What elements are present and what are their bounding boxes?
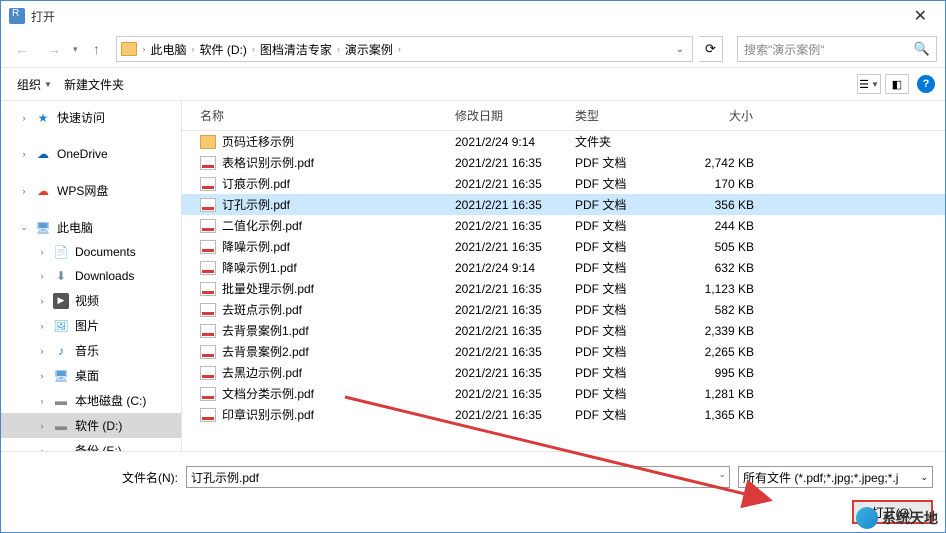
- crumb-2[interactable]: 图档清洁专家: [257, 41, 335, 58]
- nav-back[interactable]: ←: [9, 36, 35, 62]
- nav-up[interactable]: ↑: [84, 36, 110, 62]
- view-details-icon[interactable]: ☰▼: [857, 74, 881, 94]
- file-row[interactable]: 去黑边示例.pdf2021/2/21 16:35PDF 文档995 KB: [182, 362, 945, 383]
- file-row[interactable]: 降噪示例.pdf2021/2/21 16:35PDF 文档505 KB: [182, 236, 945, 257]
- address-bar[interactable]: › 此电脑› 软件 (D:)› 图档清洁专家› 演示案例› ⌄: [116, 36, 693, 62]
- file-row[interactable]: 印章识别示例.pdf2021/2/21 16:35PDF 文档1,365 KB: [182, 404, 945, 425]
- filename-input[interactable]: [186, 466, 730, 488]
- titlebar: 打开 ✕: [1, 1, 945, 31]
- sidebar-documents[interactable]: ›📄Documents: [1, 240, 181, 264]
- pdf-icon: [200, 408, 216, 422]
- file-row[interactable]: 订孔示例.pdf2021/2/21 16:35PDF 文档356 KB: [182, 194, 945, 215]
- nav-history-dropdown[interactable]: ▾: [73, 44, 78, 55]
- file-row[interactable]: 批量处理示例.pdf2021/2/21 16:35PDF 文档1,123 KB: [182, 278, 945, 299]
- sidebar-thispc[interactable]: ⌄🖥此电脑: [1, 215, 181, 240]
- file-row[interactable]: 二值化示例.pdf2021/2/21 16:35PDF 文档244 KB: [182, 215, 945, 236]
- sidebar-disk-d[interactable]: ›▬软件 (D:): [1, 413, 181, 438]
- pdf-icon: [200, 387, 216, 401]
- nav-forward[interactable]: →: [41, 36, 67, 62]
- file-row[interactable]: 订痕示例.pdf2021/2/21 16:35PDF 文档170 KB: [182, 173, 945, 194]
- sidebar-desktop[interactable]: ›🖥桌面: [1, 363, 181, 388]
- pdf-icon: [200, 240, 216, 254]
- crumb-0[interactable]: 此电脑: [148, 41, 190, 58]
- col-name[interactable]: 名称: [182, 101, 447, 130]
- close-button[interactable]: ✕: [904, 2, 937, 30]
- address-dropdown[interactable]: ⌄: [672, 44, 688, 55]
- col-date[interactable]: 修改日期: [447, 101, 567, 130]
- pdf-icon: [200, 345, 216, 359]
- col-type[interactable]: 类型: [567, 101, 677, 130]
- filename-label: 文件名(N):: [13, 469, 178, 486]
- file-row[interactable]: 文档分类示例.pdf2021/2/21 16:35PDF 文档1,281 KB: [182, 383, 945, 404]
- filename-dropdown[interactable]: ⌄: [718, 469, 726, 480]
- window-title: 打开: [31, 8, 55, 25]
- organize-menu[interactable]: 组织▼: [11, 72, 58, 97]
- sidebar-onedrive[interactable]: ›☁OneDrive: [1, 142, 181, 166]
- folder-icon: [200, 135, 216, 149]
- pdf-icon: [200, 219, 216, 233]
- sidebar-videos[interactable]: ›▶视频: [1, 288, 181, 313]
- new-folder-button[interactable]: 新建文件夹: [58, 72, 130, 97]
- sidebar-pictures[interactable]: ›🖼图片: [1, 313, 181, 338]
- crumb-1[interactable]: 软件 (D:): [197, 41, 250, 58]
- pdf-icon: [200, 366, 216, 380]
- sidebar-quick-access[interactable]: ›★快速访问: [1, 105, 181, 130]
- help-icon[interactable]: ?: [917, 75, 935, 93]
- pdf-icon: [200, 156, 216, 170]
- sidebar-downloads[interactable]: ›⬇Downloads: [1, 264, 181, 288]
- pdf-icon: [200, 324, 216, 338]
- file-row[interactable]: 降噪示例1.pdf2021/2/24 9:14PDF 文档632 KB: [182, 257, 945, 278]
- crumb-3[interactable]: 演示案例: [342, 41, 396, 58]
- folder-icon: [121, 42, 137, 56]
- pdf-icon: [200, 303, 216, 317]
- file-row[interactable]: 去背景案例1.pdf2021/2/21 16:35PDF 文档2,339 KB: [182, 320, 945, 341]
- file-row[interactable]: 页码迁移示例2021/2/24 9:14文件夹: [182, 131, 945, 152]
- sidebar: ›★快速访问 ›☁OneDrive ›☁WPS网盘 ⌄🖥此电脑 ›📄Docume…: [1, 101, 181, 451]
- search-placeholder: 搜索"演示案例": [744, 41, 825, 58]
- file-filter-dropdown[interactable]: 所有文件 (*.pdf;*.jpg;*.jpeg;*.j⌄: [738, 466, 933, 488]
- search-input[interactable]: 搜索"演示案例" 🔍: [737, 36, 937, 62]
- pdf-icon: [200, 282, 216, 296]
- app-icon: [9, 8, 25, 24]
- bottom-panel: 文件名(N): ⌄ 所有文件 (*.pdf;*.jpg;*.jpeg;*.j⌄ …: [1, 451, 945, 532]
- file-row[interactable]: 表格识别示例.pdf2021/2/21 16:35PDF 文档2,742 KB: [182, 152, 945, 173]
- sidebar-wps[interactable]: ›☁WPS网盘: [1, 178, 181, 203]
- sidebar-music[interactable]: ›♪音乐: [1, 338, 181, 363]
- search-icon: 🔍: [914, 41, 930, 57]
- globe-icon: [856, 507, 878, 529]
- refresh-button[interactable]: ⟳: [699, 36, 723, 62]
- file-row[interactable]: 去背景案例2.pdf2021/2/21 16:35PDF 文档2,265 KB: [182, 341, 945, 362]
- view-preview-icon[interactable]: ◧: [885, 74, 909, 94]
- pdf-icon: [200, 177, 216, 191]
- file-row[interactable]: 去斑点示例.pdf2021/2/21 16:35PDF 文档582 KB: [182, 299, 945, 320]
- sidebar-disk-e[interactable]: ›▬备份 (E:): [1, 438, 181, 451]
- nav-row: ← → ▾ ↑ › 此电脑› 软件 (D:)› 图档清洁专家› 演示案例› ⌄ …: [1, 31, 945, 67]
- column-headers: 名称 修改日期 类型 大小: [182, 101, 945, 131]
- file-list: 名称 修改日期 类型 大小 页码迁移示例2021/2/24 9:14文件夹表格识…: [181, 101, 945, 451]
- watermark: 系统天地: [856, 507, 938, 529]
- sidebar-disk-c[interactable]: ›▬本地磁盘 (C:): [1, 388, 181, 413]
- col-size[interactable]: 大小: [677, 101, 772, 130]
- toolbar: 组织▼ 新建文件夹 ☰▼ ◧ ?: [1, 67, 945, 101]
- pdf-icon: [200, 261, 216, 275]
- pdf-icon: [200, 198, 216, 212]
